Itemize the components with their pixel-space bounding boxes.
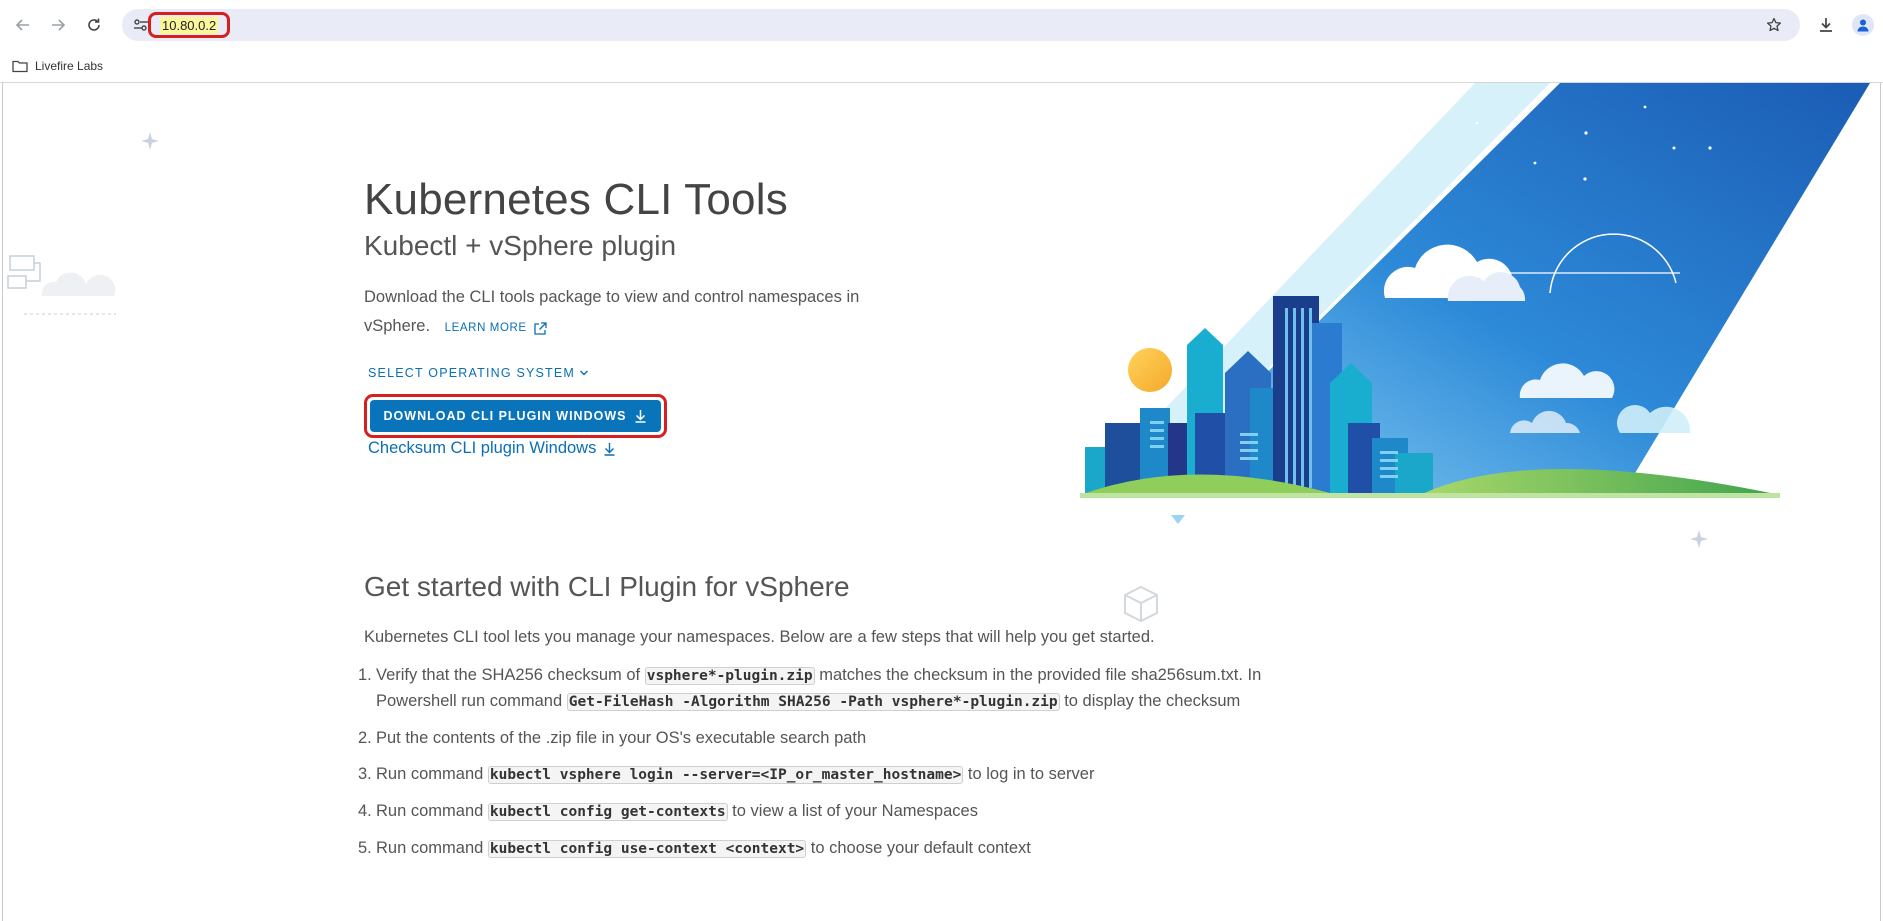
step-code[interactable]: kubectl vsphere login --server=<IP_or_ma… bbox=[487, 766, 964, 784]
back-button[interactable] bbox=[10, 12, 36, 38]
cloud-network-decoration-icon bbox=[7, 255, 116, 315]
step-number: 2. bbox=[358, 729, 372, 747]
step-text: to display the checksum bbox=[1059, 692, 1241, 710]
download-button-label: DOWNLOAD CLI PLUGIN WINDOWS bbox=[383, 409, 627, 423]
forward-button[interactable] bbox=[45, 12, 71, 38]
step-item: 1. Verify that the SHA256 checksum of vs… bbox=[358, 663, 1338, 715]
sparkle-icon bbox=[141, 132, 159, 150]
step-number: 4. bbox=[358, 802, 372, 820]
bookmark-label: Livefire Labs bbox=[35, 59, 104, 73]
download-cli-plugin-button[interactable]: DOWNLOAD CLI PLUGIN WINDOWS bbox=[370, 400, 661, 432]
url-text[interactable]: 10.80.0.2 bbox=[160, 16, 219, 34]
hero-description-text: Download the CLI tools package to view a… bbox=[364, 288, 860, 335]
url-highlight-box: 10.80.0.2 bbox=[148, 12, 231, 38]
step-item: 2. Put the contents of the .zip file in … bbox=[358, 726, 1338, 751]
folder-icon bbox=[12, 60, 28, 73]
step-code[interactable]: Get-FileHash -Algorithm SHA256 -Path vsp… bbox=[566, 693, 1060, 711]
step-code[interactable]: vsphere*-plugin.zip bbox=[644, 667, 815, 685]
reload-icon bbox=[88, 18, 100, 31]
step-code[interactable]: kubectl config use-context <context> bbox=[487, 840, 807, 858]
download-arrow-icon bbox=[635, 410, 646, 423]
reload-button[interactable] bbox=[81, 12, 107, 38]
small-shape-decoration-icon bbox=[1171, 515, 1185, 524]
page-subtitle: Kubectl + vSphere plugin bbox=[364, 230, 677, 261]
get-started-intro: Kubernetes CLI tool lets you manage your… bbox=[364, 628, 1155, 646]
download-icon bbox=[1820, 18, 1832, 32]
hero-description: Download the CLI tools package to view a… bbox=[364, 283, 924, 343]
download-arrow-icon-2 bbox=[604, 442, 615, 456]
page-title: Kubernetes CLI Tools bbox=[364, 175, 788, 224]
avatar bbox=[1852, 14, 1874, 36]
person-icon bbox=[1857, 19, 1869, 32]
step-item: 4. Run command kubectl config get-contex… bbox=[358, 799, 1338, 825]
bookmark-livefire-labs[interactable]: Livefire Labs bbox=[12, 56, 103, 76]
step-item: 3. Run command kubectl vsphere login --s… bbox=[358, 762, 1338, 788]
step-number: 1. bbox=[358, 666, 372, 684]
bookmark-star-button[interactable] bbox=[1764, 15, 1784, 35]
step-text: Run command bbox=[376, 839, 488, 857]
learn-more-label: LEARN MORE bbox=[444, 322, 527, 334]
select-os-dropdown[interactable]: SELECT OPERATING SYSTEM bbox=[368, 366, 589, 380]
forward-arrow-icon bbox=[52, 19, 66, 31]
browser-toolbar: 10.80.0.2 bbox=[0, 0, 1883, 50]
step-text: Verify that the SHA256 checksum of bbox=[376, 666, 645, 684]
window-border-left bbox=[2, 83, 3, 921]
step-number: 5. bbox=[358, 839, 372, 857]
step-text: Run command bbox=[376, 765, 488, 783]
get-started-heading: Get started with CLI Plugin for vSphere bbox=[364, 571, 850, 602]
bookmarks-bar: Livefire Labs bbox=[0, 50, 1883, 83]
checksum-link[interactable]: Checksum CLI plugin Windows bbox=[368, 439, 616, 458]
step-text: Put the contents of the .zip file in you… bbox=[376, 729, 867, 747]
step-item: 5. Run command kubectl config use-contex… bbox=[358, 836, 1338, 862]
sparkle-icon-2 bbox=[1690, 530, 1708, 548]
cube-decoration-icon bbox=[1124, 585, 1158, 623]
address-bar[interactable]: 10.80.0.2 bbox=[122, 9, 1800, 41]
downloads-button[interactable] bbox=[1813, 12, 1839, 38]
back-arrow-icon bbox=[15, 19, 29, 31]
steps-list: 1. Verify that the SHA256 checksum of vs… bbox=[358, 663, 1338, 873]
window-border-right bbox=[1880, 83, 1881, 921]
select-os-label: SELECT OPERATING SYSTEM bbox=[368, 366, 576, 380]
step-text: to choose your default context bbox=[806, 839, 1031, 857]
step-code[interactable]: kubectl config get-contexts bbox=[487, 803, 728, 821]
star-icon bbox=[1766, 17, 1782, 32]
download-button-highlight: DOWNLOAD CLI PLUGIN WINDOWS bbox=[364, 394, 667, 438]
step-text: to log in to server bbox=[963, 765, 1095, 783]
step-text: Run command bbox=[376, 802, 488, 820]
tune-icon bbox=[134, 19, 148, 31]
chevron-down-icon bbox=[580, 370, 589, 376]
page-content: Kubernetes CLI Tools Kubectl + vSphere p… bbox=[0, 83, 1883, 921]
city-skyline-illustration bbox=[1080, 83, 1870, 498]
learn-more-link[interactable]: LEARN MORE bbox=[445, 314, 547, 343]
external-link-icon bbox=[534, 321, 547, 335]
profile-button[interactable] bbox=[1850, 12, 1876, 38]
checksum-link-label: Checksum CLI plugin Windows bbox=[368, 439, 597, 457]
step-text: to view a list of your Namespaces bbox=[727, 802, 978, 820]
step-number: 3. bbox=[358, 765, 372, 783]
